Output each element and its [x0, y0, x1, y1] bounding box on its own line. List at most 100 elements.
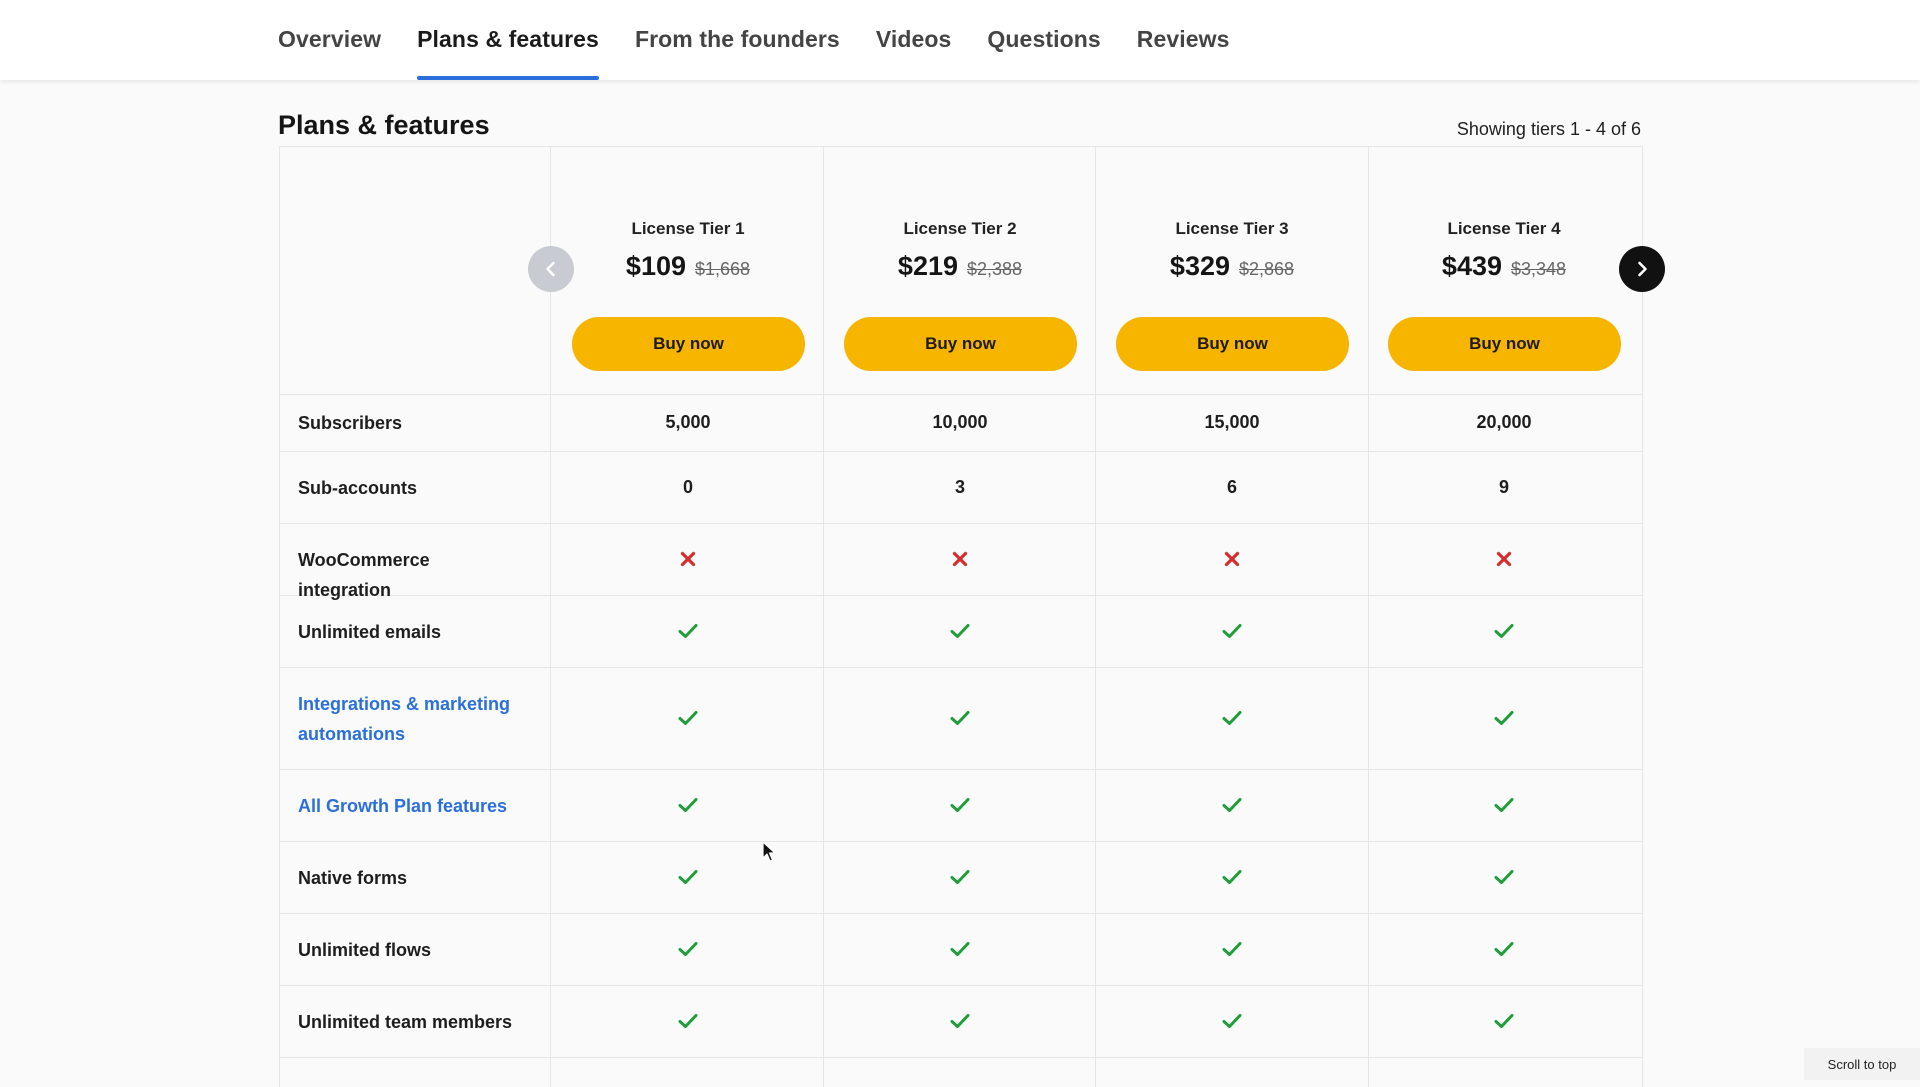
feature-value: 20,000 — [1476, 412, 1532, 432]
included-cell — [552, 1013, 824, 1034]
included-cell — [824, 797, 1096, 818]
included-cell — [1096, 941, 1368, 962]
not-included-cell — [1096, 551, 1368, 572]
tier-name: License Tier 4 — [1447, 219, 1561, 238]
included-cell — [824, 1013, 1096, 1034]
feature-value: 10,000 — [932, 412, 988, 432]
included-cell — [1368, 623, 1640, 644]
included-cell — [1368, 869, 1640, 890]
tier-name: License Tier 2 — [903, 219, 1017, 238]
included-cell — [552, 797, 824, 818]
tab-overview[interactable]: Overview — [278, 0, 381, 80]
feature-value: 0 — [682, 477, 693, 497]
check-icon — [1494, 624, 1514, 638]
check-icon — [950, 624, 970, 638]
buy-now-button[interactable]: Buy now — [572, 317, 805, 371]
check-icon — [950, 798, 970, 812]
tier-current-price: $109 — [625, 251, 686, 281]
check-icon — [678, 798, 698, 812]
included-cell — [1096, 1013, 1368, 1034]
feature-row: Unlimited flows — [280, 914, 1642, 986]
feature-value: 5,000 — [665, 412, 711, 432]
tier-count-text: Showing tiers 1 - 4 of 6 — [1456, 119, 1641, 139]
tier-original-price: $2,388 — [967, 259, 1023, 279]
cross-icon — [1496, 551, 1512, 567]
included-cell — [552, 623, 824, 644]
feature-label: Subscribers — [298, 413, 403, 433]
check-icon — [1494, 942, 1514, 956]
feature-row: Unlimited emails — [280, 596, 1642, 668]
check-icon — [1222, 1014, 1242, 1028]
included-cell — [1368, 941, 1640, 962]
tier-name: License Tier 3 — [1175, 219, 1289, 238]
included-cell — [824, 941, 1096, 962]
feature-row: Subscribers 5,000 10,000 15,000 20,000 — [280, 394, 1642, 452]
included-cell — [1096, 623, 1368, 644]
buy-now-button[interactable]: Buy now — [1116, 317, 1349, 371]
check-icon — [1494, 711, 1514, 725]
feature-value: 6 — [1226, 477, 1237, 497]
included-cell — [552, 941, 824, 962]
feature-link[interactable]: All Growth Plan features — [298, 791, 518, 821]
cross-icon — [1224, 551, 1240, 567]
tab-videos[interactable]: Videos — [876, 0, 952, 80]
included-cell — [1096, 869, 1368, 890]
feature-link[interactable]: Integrations & marketing automations — [298, 689, 518, 749]
included-cell — [1096, 710, 1368, 731]
not-included-cell — [552, 551, 824, 572]
scroll-to-top-button[interactable]: Scroll to top — [1804, 1048, 1920, 1080]
check-icon — [1222, 798, 1242, 812]
tier-column: License Tier 2 $219 $2,388 Buy now — [824, 147, 1096, 394]
check-icon — [1494, 870, 1514, 884]
included-cell — [1368, 710, 1640, 731]
tier-column: License Tier 4 $439 $3,348 Buy now — [1368, 147, 1640, 394]
tier-price: $439 $3,348 — [1368, 251, 1640, 282]
page-title: Plans & features — [278, 110, 490, 140]
check-icon — [1222, 942, 1242, 956]
included-cell — [824, 710, 1096, 731]
tab-plans-features[interactable]: Plans & features — [417, 0, 599, 80]
check-icon — [678, 870, 698, 884]
included-cell — [1368, 1013, 1640, 1034]
tier-original-price: $1,668 — [695, 259, 751, 279]
buy-now-button[interactable]: Buy now — [844, 317, 1077, 371]
feature-value: 9 — [1498, 477, 1509, 497]
check-icon — [1222, 624, 1242, 638]
included-cell — [1368, 797, 1640, 818]
check-icon — [950, 711, 970, 725]
not-included-cell — [1368, 551, 1640, 572]
tier-current-price: $329 — [1169, 251, 1230, 281]
feature-label: Sub-accounts — [298, 478, 418, 498]
feature-row: Unlimited team members — [280, 986, 1642, 1058]
feature-label: Unlimited flows — [298, 940, 432, 960]
tab-reviews[interactable]: Reviews — [1137, 0, 1230, 80]
check-icon — [1222, 870, 1242, 884]
check-icon — [1494, 1014, 1514, 1028]
check-icon — [1494, 798, 1514, 812]
tab-from-the-founders[interactable]: From the founders — [635, 0, 840, 80]
tier-price: $329 $2,868 — [1096, 251, 1368, 282]
tier-column: License Tier 3 $329 $2,868 Buy now — [1096, 147, 1368, 394]
check-icon — [1222, 711, 1242, 725]
feature-row: Sub-accounts 0 3 6 9 — [280, 452, 1642, 524]
cross-icon — [952, 551, 968, 567]
feature-label: Unlimited team members — [298, 1012, 513, 1032]
section-tab-bar: Overview Plans & features From the founder… — [0, 0, 1920, 80]
tier-current-price: $439 — [1441, 251, 1502, 281]
check-icon — [950, 942, 970, 956]
buy-now-button[interactable]: Buy now — [1388, 317, 1621, 371]
check-icon — [950, 870, 970, 884]
tier-current-price: $219 — [897, 251, 958, 281]
check-icon — [678, 1014, 698, 1028]
tier-price: $109 $1,668 — [552, 251, 824, 282]
included-cell — [1096, 797, 1368, 818]
check-icon — [678, 942, 698, 956]
feature-label: Unlimited emails — [298, 622, 442, 642]
check-icon — [678, 711, 698, 725]
included-cell — [824, 869, 1096, 890]
tab-questions[interactable]: Questions — [987, 0, 1100, 80]
pricing-table: License Tier 1 $109 $1,668 Buy now License T… — [279, 146, 1665, 1087]
tier-name: License Tier 1 — [631, 219, 745, 238]
feature-value: 15,000 — [1204, 412, 1260, 432]
tier-header-row: License Tier 1 $109 $1,668 Buy now License T… — [280, 147, 1665, 395]
